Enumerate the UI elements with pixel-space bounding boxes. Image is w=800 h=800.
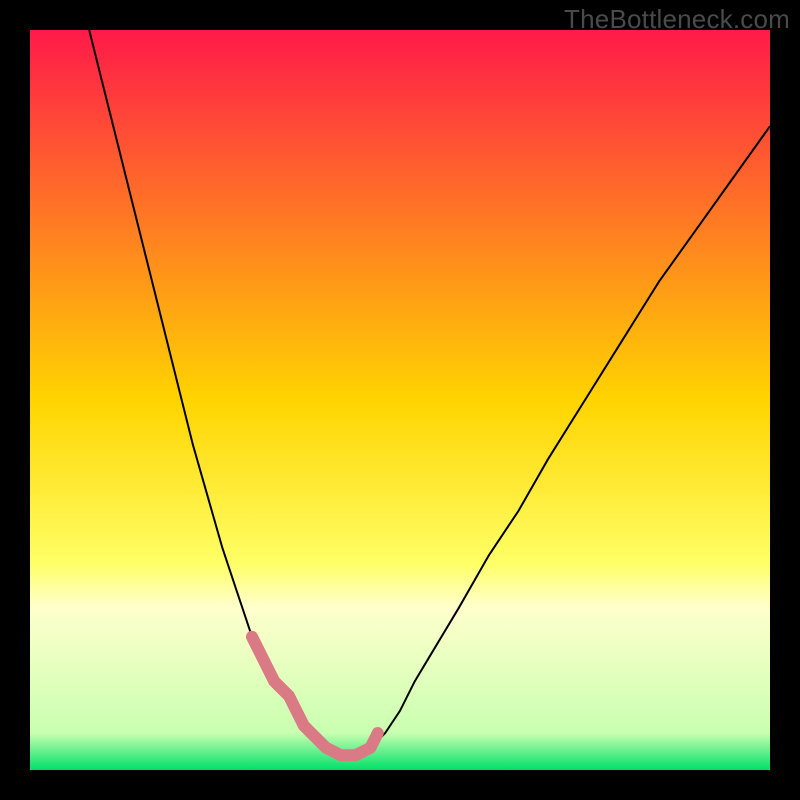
watermark-text: TheBottleneck.com <box>564 4 790 35</box>
gradient-background <box>30 30 770 770</box>
plot-area <box>30 30 770 770</box>
chart-svg <box>30 30 770 770</box>
chart-frame: TheBottleneck.com <box>0 0 800 800</box>
